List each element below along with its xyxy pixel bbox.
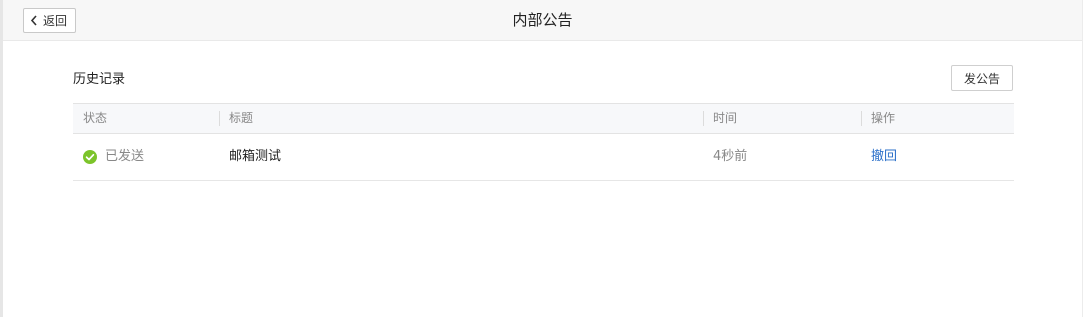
table-row: 已发送 邮箱测试 4秒前 撤回 — [73, 134, 1014, 181]
table-header: 状态 标题 时间 操作 — [73, 103, 1014, 134]
top-bar: 返回 内部公告 — [3, 0, 1082, 41]
section-title: 历史记录 — [73, 72, 126, 87]
publish-announcement-button[interactable]: 发公告 — [951, 65, 1013, 91]
history-table: 状态 标题 时间 操作 已发送 邮箱测试 4秒前 撤回 — [73, 103, 1014, 181]
action-cell: 撤回 — [871, 134, 897, 180]
column-header-time: 时间 — [713, 111, 738, 125]
column-divider — [703, 111, 704, 126]
revoke-link[interactable]: 撤回 — [871, 149, 897, 164]
timestamp: 4秒前 — [713, 149, 748, 164]
check-circle-icon — [83, 150, 97, 164]
status-cell: 已发送 — [83, 134, 144, 180]
column-header-action: 操作 — [871, 111, 896, 125]
column-header-status: 状态 — [83, 111, 108, 125]
column-divider — [219, 111, 220, 126]
page-title: 内部公告 — [512, 11, 573, 29]
column-divider — [861, 111, 862, 126]
app-window: 返回 内部公告 历史记录 发公告 状态 标题 时间 操作 已发送 邮箱测试 4秒… — [0, 0, 1083, 317]
column-header-title: 标题 — [229, 111, 254, 125]
status-text: 已发送 — [105, 149, 145, 164]
announcement-title: 邮箱测试 — [229, 149, 282, 164]
